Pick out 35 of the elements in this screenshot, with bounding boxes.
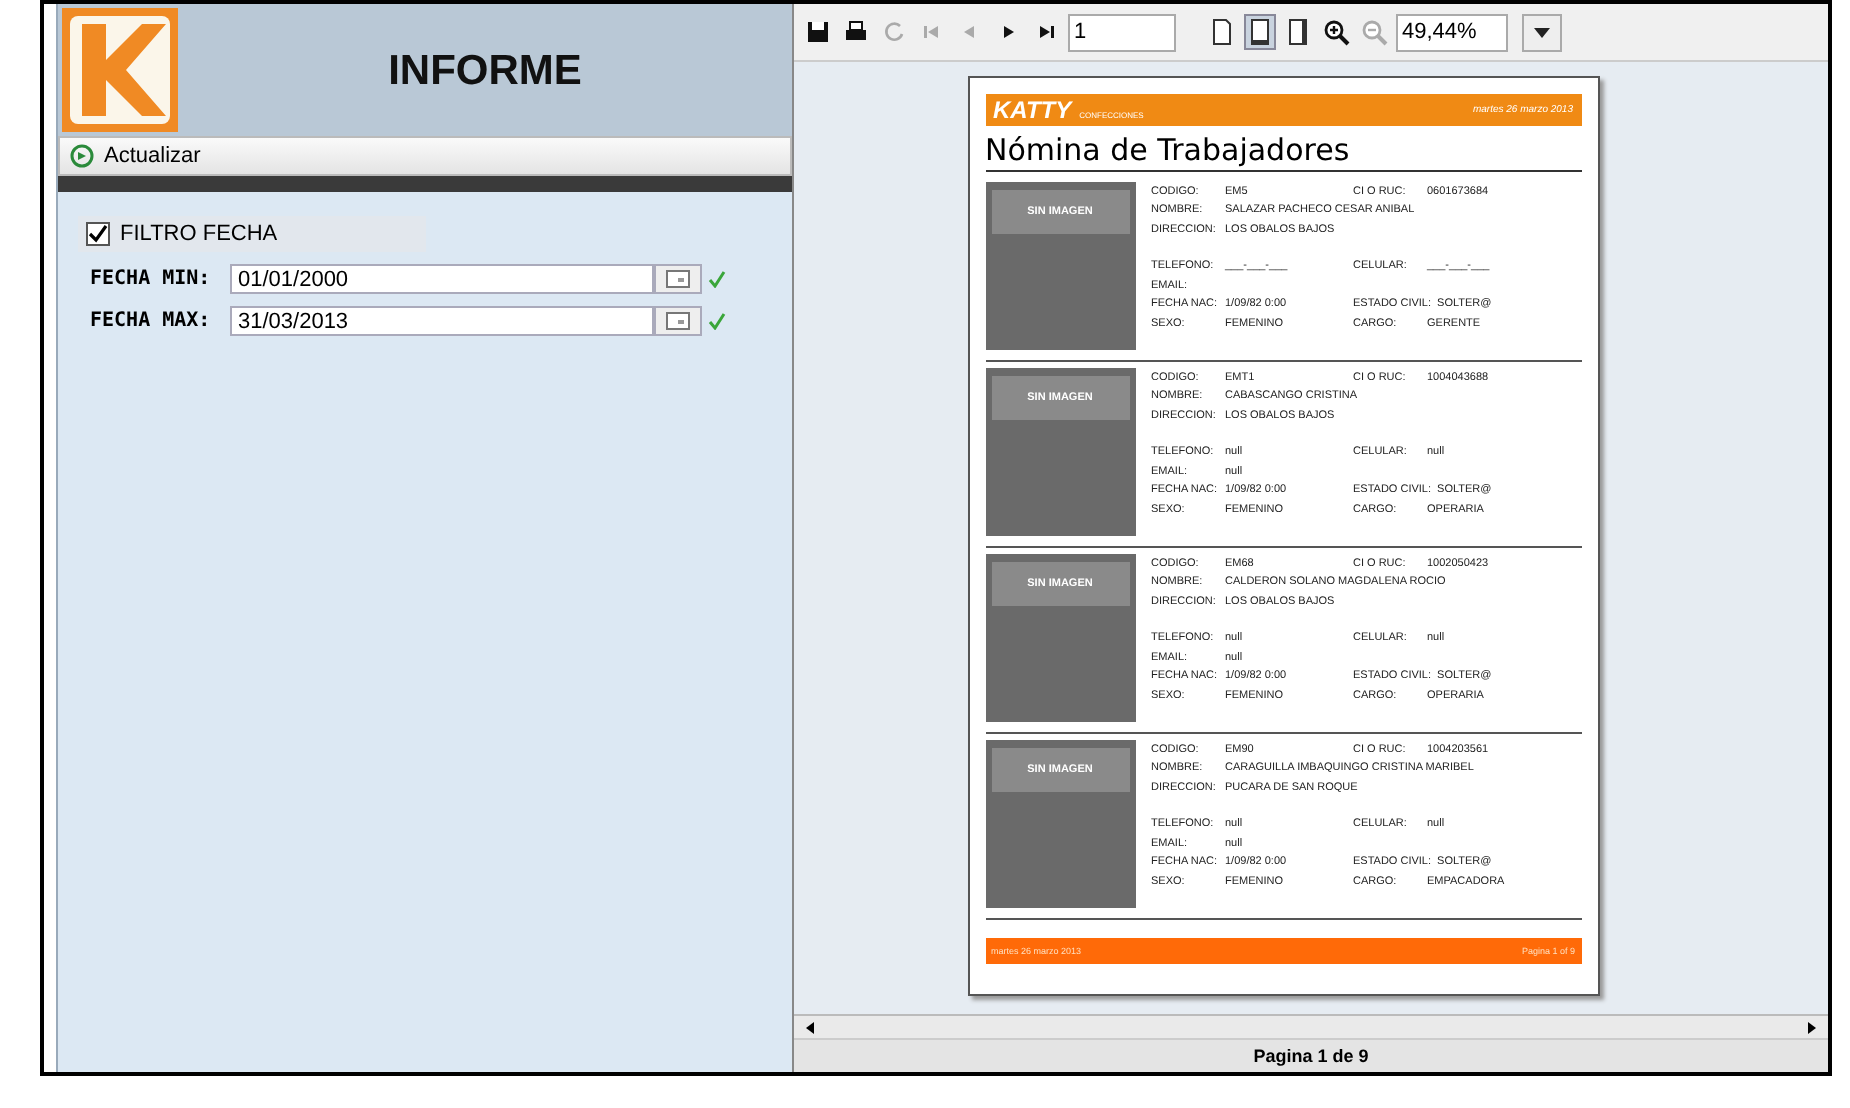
calendar-button[interactable]: [654, 306, 702, 336]
reload-icon: [882, 20, 906, 44]
date-label: FECHA MAX:: [90, 310, 213, 332]
page-icon: [1210, 18, 1234, 46]
calendar-icon: [666, 312, 690, 330]
report-title: INFORME: [386, 48, 584, 96]
zoom-out-icon: [1361, 19, 1387, 45]
report-heading: Nómina de Trabajadores: [985, 126, 1581, 172]
left-arrow-icon[interactable]: [802, 1019, 818, 1035]
horizontal-scrollbar[interactable]: [794, 1014, 1828, 1038]
zoom-in-icon: [1323, 19, 1349, 45]
first-icon: [920, 20, 944, 44]
page-status: Pagina 1 de 9: [1253, 1046, 1369, 1066]
logo-icon: [62, 8, 178, 132]
print-icon: [844, 20, 868, 44]
page-view-button[interactable]: [1244, 14, 1276, 50]
date-label: FECHA MIN:: [90, 268, 213, 290]
right-arrow-icon[interactable]: [1804, 1019, 1820, 1035]
calendar-icon: [666, 270, 690, 288]
check-icon: [88, 224, 108, 244]
refresh-icon: [70, 144, 94, 168]
refresh-button[interactable]: Actualizar: [58, 136, 792, 176]
date-field[interactable]: 31/03/2013: [230, 306, 654, 336]
page-field[interactable]: 1: [1068, 13, 1176, 51]
dropdown-button[interactable]: [1522, 13, 1562, 51]
page-icon: [1248, 18, 1272, 46]
last-icon: [1034, 20, 1058, 44]
zoom-field[interactable]: 49,44%: [1396, 13, 1508, 51]
date-field[interactable]: 01/01/2000: [230, 264, 654, 294]
calendar-button[interactable]: [654, 264, 702, 294]
brand-logo: KATTY: [993, 96, 1072, 124]
page-icon: [1286, 18, 1310, 46]
date-filter-checkbox[interactable]: FILTRO FECHA: [78, 216, 426, 252]
caret-icon: [1534, 27, 1550, 37]
save-icon: [806, 20, 830, 44]
